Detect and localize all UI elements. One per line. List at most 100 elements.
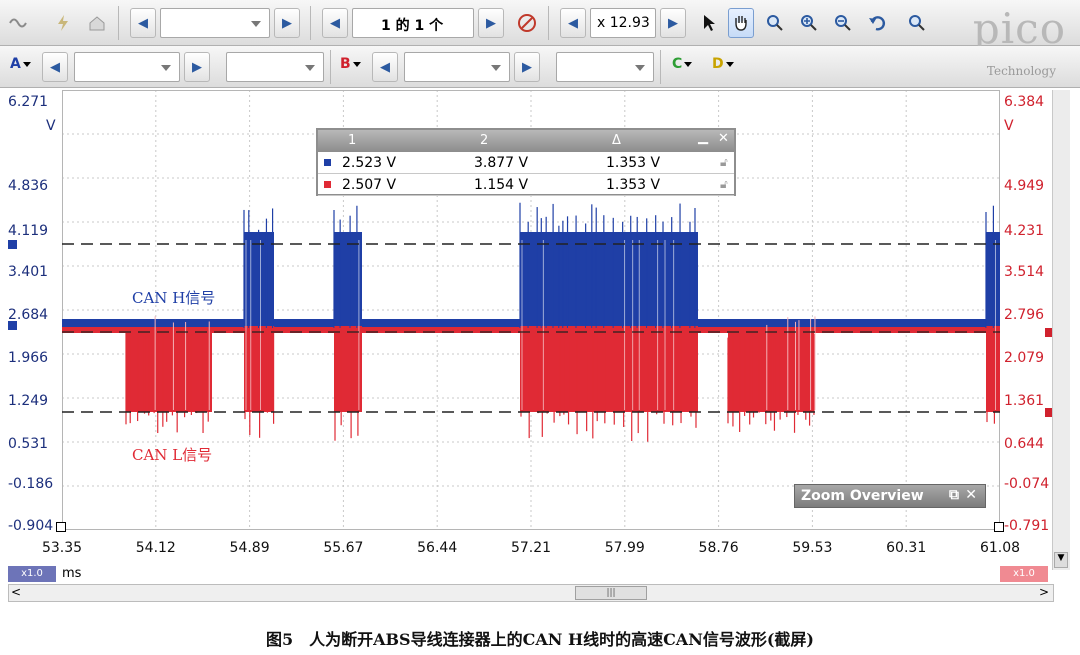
restore-icon[interactable]: ⧉ bbox=[949, 487, 959, 503]
left-axis-tick: 1.966 bbox=[8, 350, 49, 366]
undo-icon[interactable] bbox=[864, 8, 890, 38]
buffer-select[interactable] bbox=[160, 8, 270, 38]
left-axis-tick: 4.119 bbox=[8, 223, 49, 239]
pointer-icon[interactable] bbox=[696, 8, 722, 38]
next-page-button[interactable]: ▶ bbox=[478, 8, 504, 38]
channel-a-zero-marker[interactable] bbox=[8, 321, 17, 330]
measurements-header: 1 2 Δ ▁ ✕ bbox=[318, 130, 734, 152]
x-axis-tick: 59.53 bbox=[792, 540, 833, 556]
no-entry-icon[interactable] bbox=[514, 8, 540, 38]
minimize-icon[interactable]: ▁ bbox=[698, 130, 708, 145]
zoom-rect-icon[interactable] bbox=[762, 8, 788, 38]
x-axis-tick: 54.12 bbox=[135, 540, 176, 556]
scroll-right-icon[interactable]: > bbox=[1039, 585, 1049, 599]
can-l-burst bbox=[126, 328, 212, 412]
left-axis-tick: 1.249 bbox=[8, 393, 49, 409]
scroll-left-icon[interactable]: < bbox=[11, 585, 21, 599]
x-axis-unit: ms bbox=[62, 566, 82, 581]
horizontal-scrollbar[interactable]: < ||| > bbox=[8, 584, 1054, 602]
scroll-thumb[interactable]: ||| bbox=[575, 586, 647, 600]
channel-a-swatch bbox=[324, 159, 331, 166]
channel-a-coupling-select[interactable] bbox=[226, 52, 324, 82]
measurement-row: 2.507 V 1.154 V 1.353 V 🔓︎ bbox=[318, 174, 734, 196]
left-scale-badge[interactable]: x1.0 bbox=[8, 566, 56, 582]
lock-icon[interactable]: 🔓︎ bbox=[720, 155, 728, 170]
header-col-delta: Δ bbox=[612, 133, 621, 148]
zoom-value-box[interactable]: x 12.93 bbox=[590, 8, 656, 38]
zoom-overview-panel[interactable]: Zoom Overview ⧉ ✕ bbox=[794, 484, 986, 508]
left-axis-tick: 3.401 bbox=[8, 264, 49, 280]
close-icon[interactable]: ✕ bbox=[965, 487, 977, 503]
channel-b-label: B bbox=[340, 56, 351, 72]
channel-c-label: C bbox=[672, 56, 683, 72]
ruler-measurements-panel[interactable]: 1 2 Δ ▁ ✕ 2.523 V 3.877 V 1.353 V 🔓︎ 2.5… bbox=[316, 128, 736, 196]
can-h-burst bbox=[334, 232, 362, 328]
right-axis-tick: 4.949 bbox=[1004, 178, 1045, 194]
vertical-scrollbar[interactable]: ▼ bbox=[1052, 90, 1070, 570]
signal-generator-icon[interactable] bbox=[50, 8, 76, 38]
channel-b-next-button[interactable]: ▶ bbox=[514, 52, 540, 82]
x-axis-tick: 57.99 bbox=[604, 540, 645, 556]
left-axis-tick: 4.836 bbox=[8, 178, 49, 194]
channel-b-swatch bbox=[324, 181, 331, 188]
channel-a-range-select[interactable] bbox=[74, 52, 180, 82]
right-axis-tick: 0.644 bbox=[1004, 436, 1045, 452]
ruler-start-handle[interactable] bbox=[56, 522, 66, 532]
channel-a-offset-marker[interactable] bbox=[8, 240, 17, 249]
prev-buffer-button[interactable]: ◀ bbox=[130, 8, 156, 38]
left-axis-tick: 0.531 bbox=[8, 436, 49, 452]
right-scale-badge[interactable]: x1.0 bbox=[1000, 566, 1048, 582]
page-indicator-box[interactable]: 1 的 1 个 bbox=[352, 8, 474, 38]
channel-b-button[interactable]: B bbox=[340, 56, 361, 72]
figure-caption: 图5 人为断开ABS导线连接器上的CAN H线时的高速CAN信号波形(截屏) bbox=[265, 630, 814, 649]
right-axis-tick: -0.791 bbox=[1004, 518, 1050, 534]
scroll-down-icon[interactable]: ▼ bbox=[1054, 552, 1068, 568]
channel-b-coupling-select[interactable] bbox=[556, 52, 654, 82]
left-axis-tick: -0.904 bbox=[8, 518, 54, 534]
zoom-in-icon[interactable] bbox=[796, 8, 822, 38]
row-b-v2: 1.154 V bbox=[474, 177, 529, 193]
x-axis-tick: 61.08 bbox=[979, 540, 1021, 556]
right-axis-tick: 2.079 bbox=[1004, 350, 1045, 366]
can-h-label: CAN H信号 bbox=[132, 289, 216, 307]
row-b-v1: 2.507 V bbox=[342, 177, 397, 193]
left-axis-tick: -0.186 bbox=[8, 476, 54, 492]
row-a-delta: 1.353 V bbox=[606, 155, 661, 171]
zoom-next-button[interactable]: ▶ bbox=[660, 8, 686, 38]
prev-page-button[interactable]: ◀ bbox=[322, 8, 348, 38]
header-col-2: 2 bbox=[480, 133, 489, 148]
home-icon[interactable] bbox=[84, 8, 110, 38]
zoom-prev-button[interactable]: ◀ bbox=[560, 8, 586, 38]
next-buffer-button[interactable]: ▶ bbox=[274, 8, 300, 38]
measurement-row: 2.523 V 3.877 V 1.353 V 🔓︎ bbox=[318, 152, 734, 174]
channel-b-prev-button[interactable]: ◀ bbox=[372, 52, 398, 82]
channel-a-next-button[interactable]: ▶ bbox=[184, 52, 210, 82]
x-axis-tick: 54.89 bbox=[229, 540, 270, 556]
right-axis-tick: 4.231 bbox=[1004, 223, 1045, 239]
lock-icon[interactable]: 🔓︎ bbox=[720, 177, 728, 192]
main-toolbar: ◀ ▶ ◀ 1 的 1 个 ▶ ◀ x 12.93 ▶ pico bbox=[0, 0, 1080, 53]
x-axis-tick: 55.67 bbox=[323, 540, 364, 556]
right-axis-unit: V bbox=[1004, 118, 1014, 134]
axis-scale-strip: x1.0 ms x1.0 bbox=[8, 566, 1052, 582]
channel-a-button[interactable]: A bbox=[10, 56, 31, 72]
can-l-burst bbox=[244, 326, 274, 412]
waveform-icon[interactable] bbox=[6, 8, 32, 38]
zoom-out-icon[interactable] bbox=[830, 8, 856, 38]
channel-b-range-select[interactable] bbox=[404, 52, 510, 82]
channel-a-label: A bbox=[10, 56, 21, 72]
channel-d-button[interactable]: D bbox=[712, 56, 734, 72]
zoom-value: x 12.93 bbox=[597, 15, 650, 31]
ruler-end-handle[interactable] bbox=[994, 522, 1004, 532]
channel-c-button[interactable]: C bbox=[672, 56, 693, 72]
close-icon[interactable]: ✕ bbox=[718, 131, 729, 146]
row-a-v1: 2.523 V bbox=[342, 155, 397, 171]
channel-a-prev-button[interactable]: ◀ bbox=[42, 52, 68, 82]
x-axis-tick: 57.21 bbox=[510, 540, 552, 556]
zoom-fit-icon[interactable] bbox=[904, 8, 930, 38]
hand-icon[interactable] bbox=[728, 8, 754, 38]
right-axis-tick: 6.384 bbox=[1004, 94, 1045, 110]
left-axis-unit: V bbox=[46, 118, 56, 134]
left-axis-tick: 6.271 bbox=[8, 94, 49, 110]
pico-logo-sub: Technology bbox=[986, 64, 1056, 78]
